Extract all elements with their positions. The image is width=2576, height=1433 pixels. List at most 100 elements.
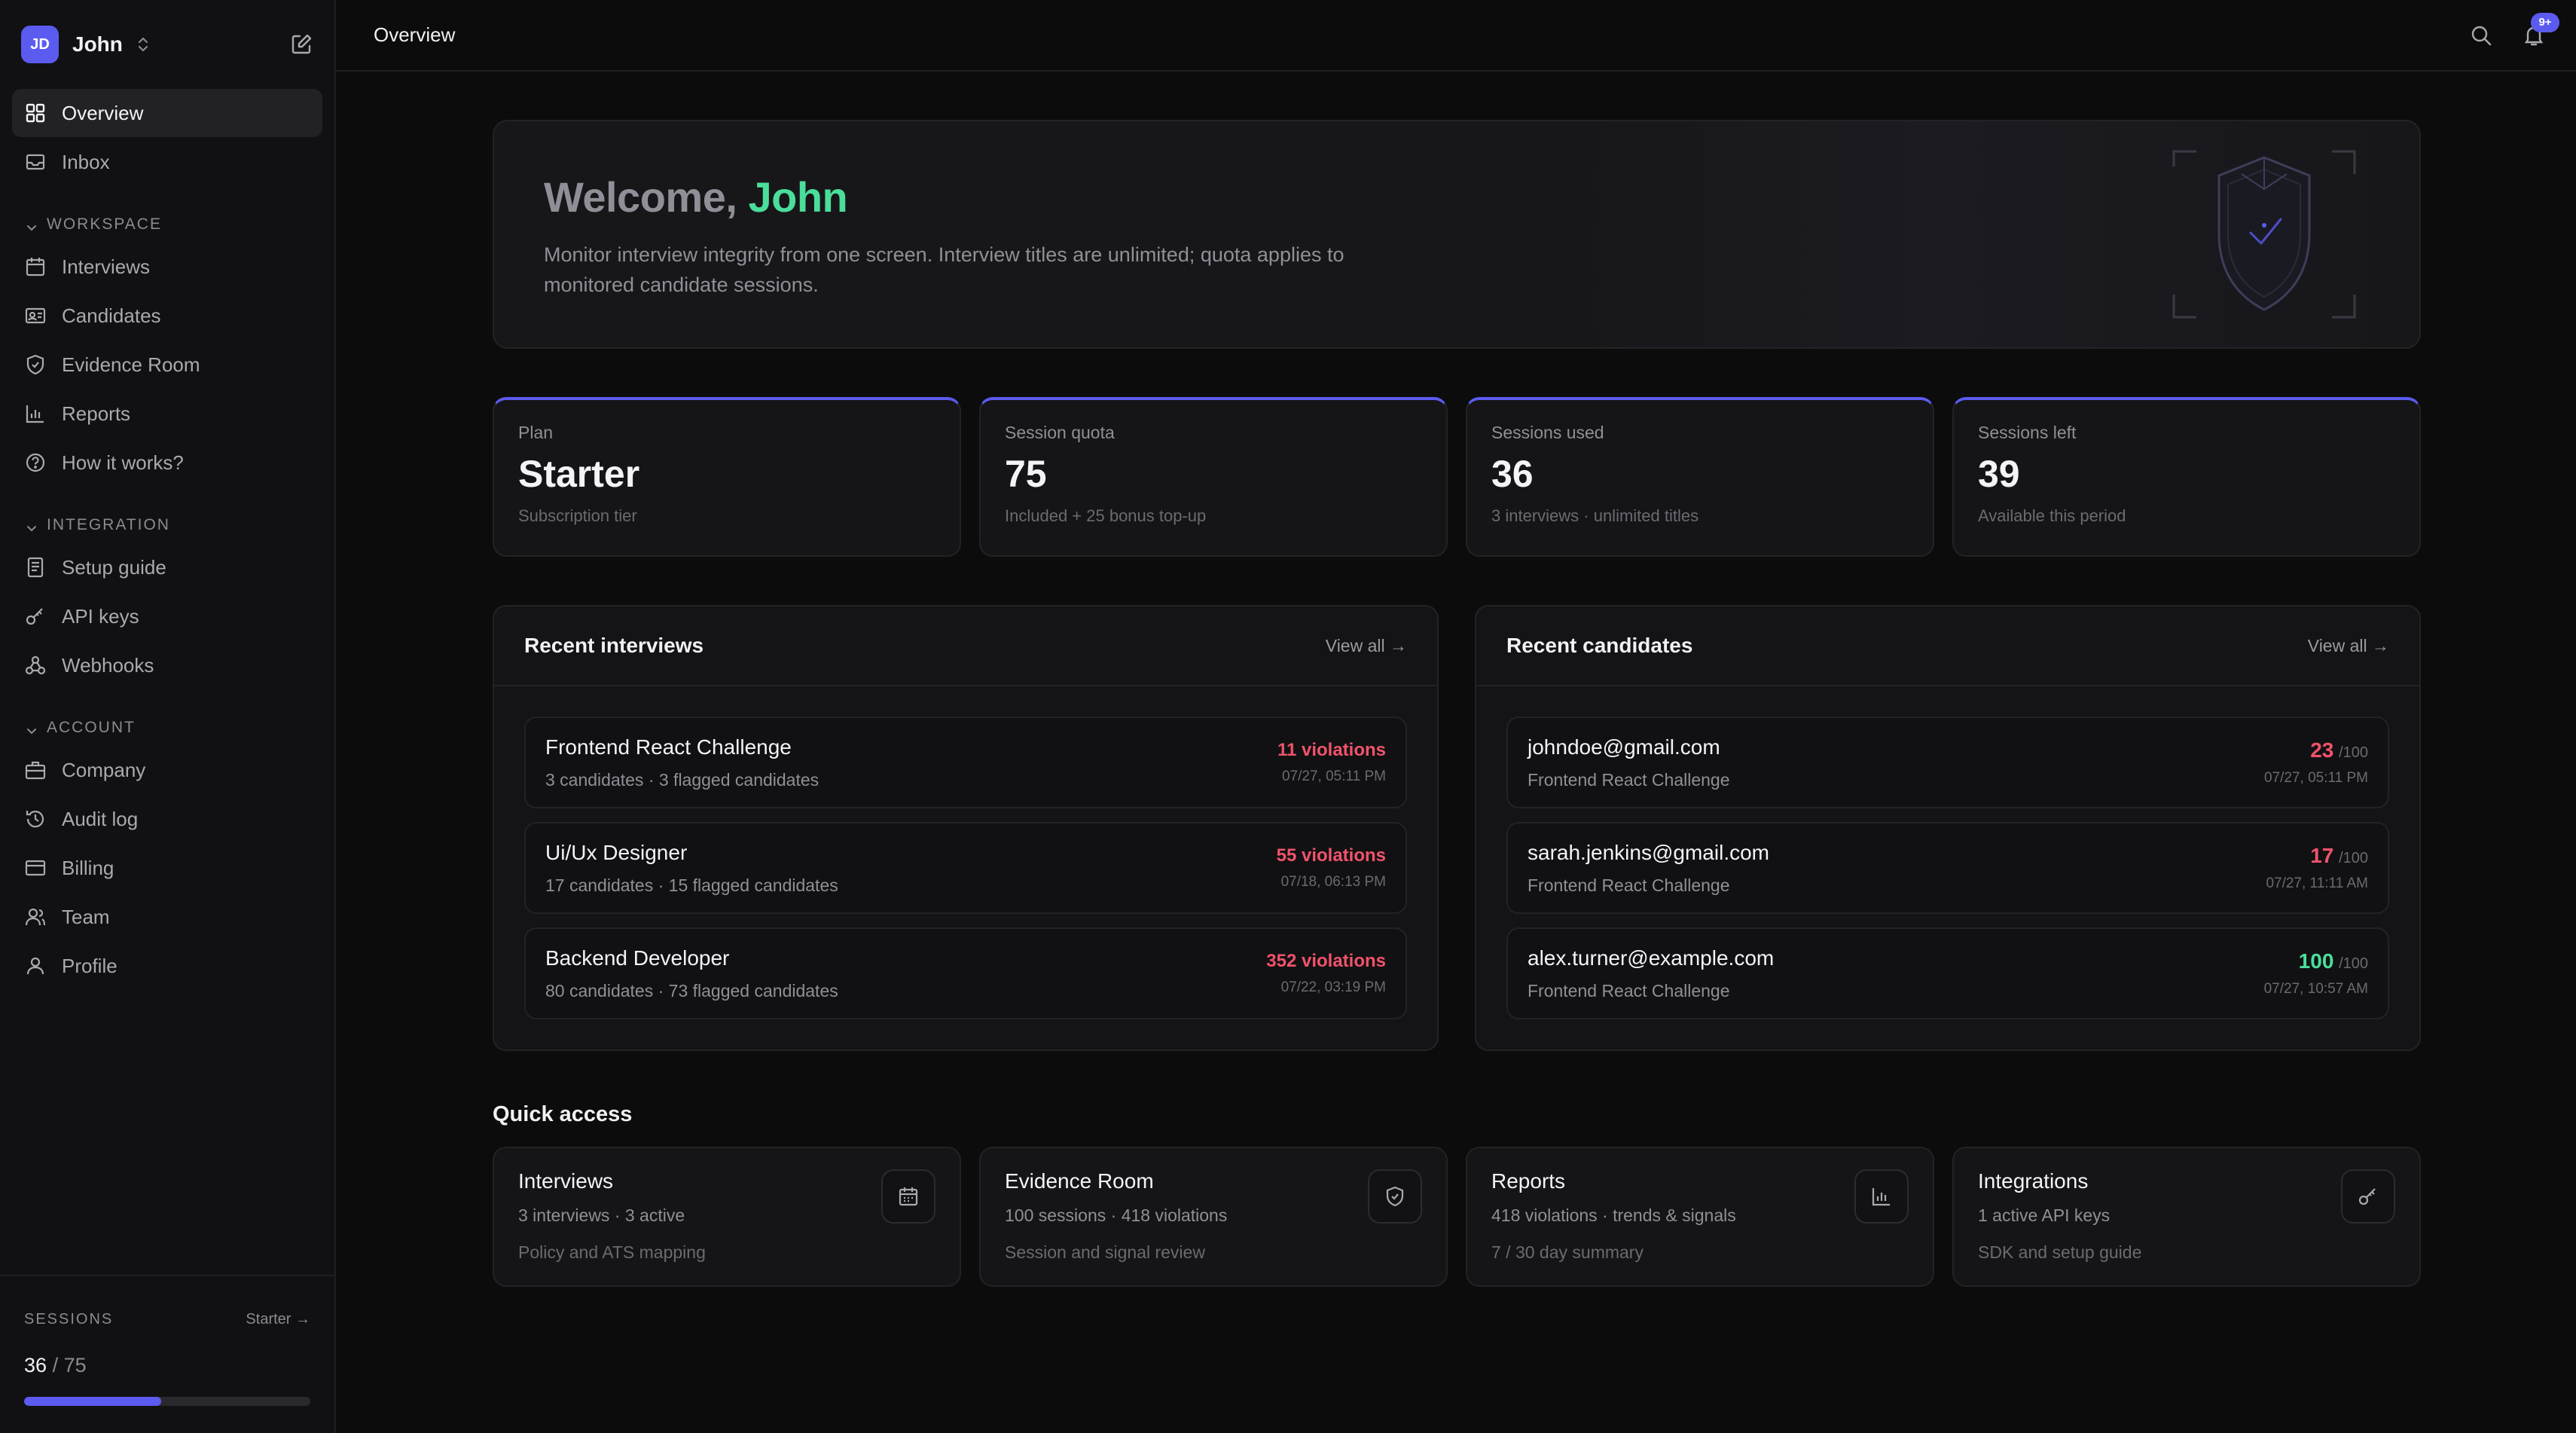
sidebar-item-evidence-room[interactable]: Evidence Room	[12, 341, 322, 389]
shield-check-icon	[1368, 1169, 1422, 1224]
sidebar-item-setup-guide[interactable]: Setup guide	[12, 543, 322, 591]
qa-name: Reports	[1491, 1169, 1566, 1193]
interview-date: 07/18, 06:13 PM	[1280, 874, 1386, 890]
sidebar-item-billing[interactable]: Billing	[12, 844, 322, 892]
candidate-row[interactable]: johndoe@gmail.com Frontend React Challen…	[1506, 716, 2389, 808]
topbar: Overview 9+	[336, 0, 2576, 72]
shield-check-icon	[2166, 144, 2362, 336]
section-workspace-toggle[interactable]: WORKSPACE	[12, 187, 322, 243]
interview-row[interactable]: Frontend React Challenge 3 candidates · …	[524, 716, 1407, 808]
qa-line1: 100 sessions · 418 violations	[1005, 1205, 1228, 1225]
interview-title: Ui/Ux Designer	[545, 840, 688, 864]
qa-line2: SDK and setup guide	[1978, 1242, 2142, 1262]
sidebar-item-interviews[interactable]: Interviews	[12, 243, 322, 291]
view-all-interviews-link[interactable]: View all →	[1326, 636, 1407, 656]
sidebar-item-label: Inbox	[62, 150, 110, 173]
bell-icon[interactable]: 9+	[2522, 12, 2559, 47]
sidebar-item-label: Profile	[62, 954, 118, 977]
sidebar-item-label: Evidence Room	[62, 353, 200, 376]
candidate-date: 07/27, 05:11 PM	[2263, 770, 2368, 786]
score-value: 100	[2298, 949, 2334, 973]
sidebar-item-inbox[interactable]: Inbox	[12, 138, 322, 186]
sidebar-item-label: Candidates	[62, 304, 161, 327]
interview-title: Frontend React Challenge	[545, 735, 792, 759]
candidate-row[interactable]: sarah.jenkins@gmail.com Frontend React C…	[1506, 822, 2389, 914]
sidebar-item-reports[interactable]: Reports	[12, 390, 322, 438]
candidate-score: 17 /100	[2266, 844, 2368, 868]
credit-card-icon	[24, 857, 47, 879]
plan-link[interactable]: Starter →	[246, 1311, 310, 1328]
sidebar-item-team[interactable]: Team	[12, 893, 322, 941]
candidate-date: 07/27, 11:11 AM	[2266, 875, 2368, 891]
score-max: /100	[2339, 850, 2368, 866]
sidebar-item-label: API keys	[62, 604, 139, 628]
stat-value: 75	[1005, 453, 1047, 495]
document-icon	[24, 556, 47, 579]
quick-access-reports[interactable]: Reports 418 violations · trends & signal…	[1466, 1147, 1934, 1287]
user-switcher[interactable]: JD John	[21, 26, 150, 63]
section-integration-toggle[interactable]: INTEGRATION	[12, 487, 322, 543]
sidebar-item-company[interactable]: Company	[12, 746, 322, 794]
compose-icon[interactable]	[289, 32, 313, 57]
quick-access-title: Quick access	[493, 1102, 633, 1126]
users-icon	[24, 906, 47, 928]
quick-access-evidence-room[interactable]: Evidence Room 100 sessions · 418 violati…	[979, 1147, 1448, 1287]
sidebar-item-overview[interactable]: Overview	[12, 89, 322, 137]
quick-access-integrations[interactable]: Integrations 1 active API keys SDK and s…	[1952, 1147, 2421, 1287]
candidate-row[interactable]: alex.turner@example.com Frontend React C…	[1506, 927, 2389, 1019]
interview-row[interactable]: Backend Developer 80 candidates · 73 fla…	[524, 927, 1407, 1019]
qa-line1: 3 interviews · 3 active	[518, 1205, 685, 1225]
sessions-label: SESSIONS	[24, 1311, 114, 1328]
stat-value: Starter	[518, 453, 640, 495]
sidebar-item-how-it-works[interactable]: How it works?	[12, 438, 322, 487]
interview-sub: 17 candidates · 15 flagged candidates	[545, 875, 838, 895]
sidebar-item-label: Company	[62, 758, 146, 781]
stat-card-sessions-used: Sessions used 36 3 interviews · unlimite…	[1466, 397, 1934, 557]
sidebar-item-api-keys[interactable]: API keys	[12, 592, 322, 640]
sidebar: JD John Overview Inbox WORKSPACE Intervi…	[0, 0, 336, 1433]
quick-access: Interviews 3 interviews · 3 active Polic…	[493, 1147, 2421, 1287]
chevron-down-icon	[26, 725, 38, 737]
bar-chart-icon	[1854, 1169, 1909, 1224]
qa-name: Integrations	[1978, 1169, 2089, 1193]
sessions-total: 75	[63, 1354, 87, 1376]
welcome-name: John	[748, 173, 848, 221]
sessions-count: 36 / 75	[24, 1354, 310, 1377]
score-max: /100	[2339, 744, 2368, 761]
quick-access-interviews[interactable]: Interviews 3 interviews · 3 active Polic…	[493, 1147, 961, 1287]
sidebar-item-profile[interactable]: Profile	[12, 942, 322, 990]
score-max: /100	[2339, 955, 2368, 972]
stat-card-sessions-left: Sessions left 39 Available this period	[1952, 397, 2421, 557]
sessions-progress-bar	[24, 1397, 310, 1406]
sidebar-item-candidates[interactable]: Candidates	[12, 292, 322, 340]
section-account-toggle[interactable]: ACCOUNT	[12, 690, 322, 746]
webhook-icon	[24, 654, 47, 677]
sidebar-item-audit-log[interactable]: Audit log	[12, 795, 322, 843]
notification-badge: 9+	[2531, 12, 2559, 32]
sidebar-item-label: Interviews	[62, 255, 151, 278]
page-title: Overview	[374, 23, 456, 46]
sidebar-item-label: Audit log	[62, 807, 139, 830]
stat-label: Sessions used	[1491, 423, 1604, 442]
interview-row[interactable]: Ui/Ux Designer 17 candidates · 15 flagge…	[524, 822, 1407, 914]
candidate-interview: Frontend React Challenge	[1528, 980, 1730, 1001]
sidebar-item-webhooks[interactable]: Webhooks	[12, 641, 322, 689]
score-value: 23	[2310, 738, 2334, 762]
sidebar-item-label: Overview	[62, 101, 144, 124]
sessions-progress-fill	[24, 1397, 162, 1406]
interview-title: Backend Developer	[545, 946, 730, 970]
id-card-icon	[24, 304, 47, 327]
stat-sub: 3 interviews · unlimited titles	[1491, 506, 1699, 525]
section-title: INTEGRATION	[47, 516, 170, 533]
key-icon	[2341, 1169, 2395, 1224]
briefcase-icon	[24, 759, 47, 781]
qa-name: Evidence Room	[1005, 1169, 1154, 1193]
stat-label: Plan	[518, 423, 554, 442]
score-value: 17	[2310, 844, 2334, 867]
sidebar-item-label: Team	[62, 905, 110, 928]
view-all-candidates-link[interactable]: View all →	[2308, 636, 2389, 656]
sidebar-nav: Overview Inbox WORKSPACE Interviews Cand…	[0, 89, 334, 990]
search-icon[interactable]	[2469, 23, 2493, 47]
stat-sub: Subscription tier	[518, 506, 637, 525]
welcome-heading: Welcome, John	[544, 173, 2419, 222]
